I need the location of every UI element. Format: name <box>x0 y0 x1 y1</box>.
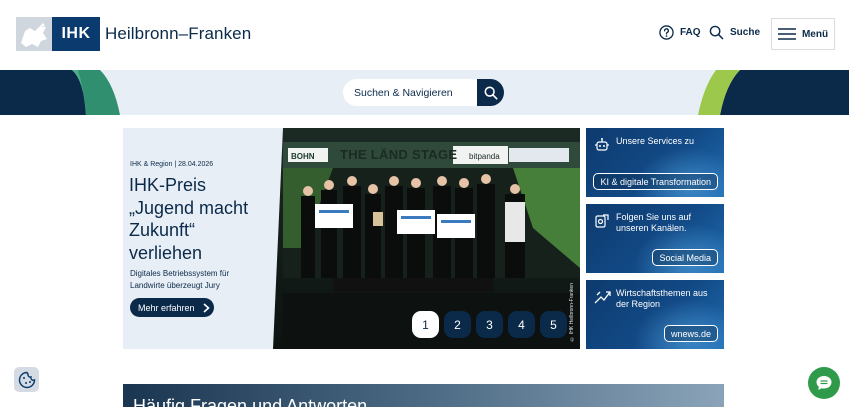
faq-link[interactable]: FAQ <box>659 25 701 40</box>
hero-meta: IHK & Region | 28.04.2026 <box>130 161 214 168</box>
more-button-label: Mehr erfahren <box>138 302 195 313</box>
chevron-right-icon <box>202 302 210 313</box>
ai-robot-icon <box>595 138 609 151</box>
card-button[interactable]: KI & digitale Transformation <box>593 173 718 190</box>
card-regional-news[interactable]: Wirtschaftsthemen aus der Region wnews.d… <box>586 280 724 349</box>
photo-credit: © IHK Heilbronn-Franken <box>569 283 575 342</box>
search-submit-button[interactable] <box>477 79 504 106</box>
cookie-settings-button[interactable] <box>14 367 39 392</box>
slider-page-1[interactable]: 1 <box>412 311 439 338</box>
card-ai-services[interactable]: Unsere Services zu KI & digitale Transfo… <box>586 128 724 197</box>
more-button[interactable]: Mehr erfahren <box>130 298 214 317</box>
card-title: Folgen Sie uns auf unseren Kanälen. <box>616 212 692 233</box>
faq-teaser-heading: Häufig Fragen und Antworten <box>133 396 368 407</box>
question-circle-icon <box>659 25 674 40</box>
page: IHK Heilbronn–Franken FAQ Suche Menü Suc… <box>0 0 849 407</box>
card-title: Wirtschaftsthemen aus der Region <box>616 288 708 309</box>
hero-slider: THE LÄND STAGE BOHN bitpanda IHK & Regio… <box>123 128 580 349</box>
logo-ihk-box: IHK <box>52 17 100 51</box>
news-icon <box>594 291 611 304</box>
eagle-emblem-icon <box>16 17 52 51</box>
menu-label: Menü <box>801 28 829 40</box>
cookie-icon <box>18 371 35 388</box>
menu-button[interactable]: Menü <box>771 18 835 50</box>
faq-teaser[interactable]: Häufig Fragen und Antworten <box>123 384 724 407</box>
slider-page-3[interactable]: 3 <box>476 311 503 338</box>
card-button[interactable]: Social Media <box>652 249 718 266</box>
hero-subtitle: Digitales Betriebssystem für Landwirte ü… <box>130 269 230 290</box>
card-title: Unsere Services zu <box>616 136 695 146</box>
sponsor-logo-left: BOHN <box>291 152 315 161</box>
slider-page-5[interactable]: 5 <box>540 311 567 338</box>
slider-pagination: 12345 <box>412 311 567 338</box>
ihk-logo[interactable]: IHK Heilbronn–Franken <box>16 17 251 51</box>
magnifier-icon <box>484 86 498 100</box>
slider-page-2[interactable]: 2 <box>444 311 471 338</box>
slider-page-4[interactable]: 4 <box>508 311 535 338</box>
search-input[interactable] <box>343 79 477 106</box>
sponsor-logo-right: bitpanda <box>469 152 500 161</box>
card-social-media[interactable]: Folgen Sie uns auf unseren Kanälen. Soci… <box>586 204 724 273</box>
social-share-icon <box>595 214 609 228</box>
magnifier-icon <box>709 25 724 40</box>
search-bar <box>343 79 504 106</box>
search-link[interactable]: Suche <box>709 25 760 40</box>
logo-region-name: Heilbronn–Franken <box>105 24 252 43</box>
chat-bubble-icon <box>816 376 832 390</box>
hero-title[interactable]: IHK-Preis „Jugend macht Zukunft“ verlieh… <box>129 174 269 264</box>
stage-banner-text: THE LÄND STAGE <box>340 147 458 162</box>
site-header: IHK Heilbronn–Franken FAQ Suche Menü <box>0 0 849 70</box>
search-label: Suche <box>730 27 761 38</box>
card-button[interactable]: wnews.de <box>663 325 718 342</box>
hamburger-icon <box>777 28 796 40</box>
faq-label: FAQ <box>680 27 701 38</box>
chat-button[interactable] <box>808 367 840 399</box>
